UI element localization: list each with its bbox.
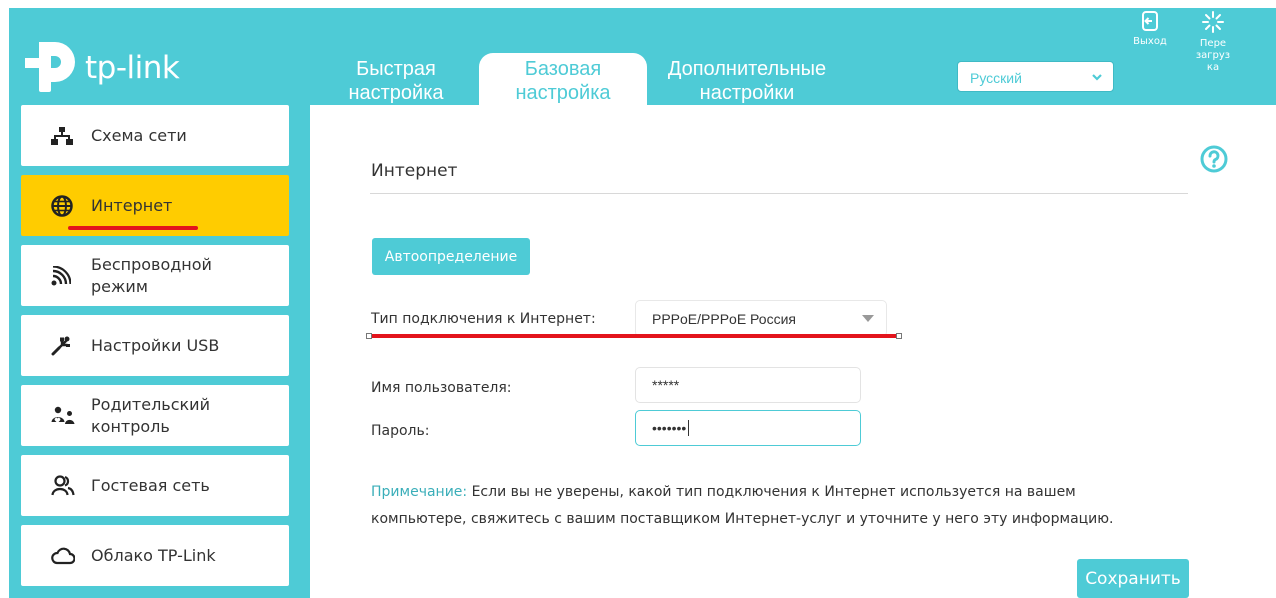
note-text: Примечание: Если вы не уверены, какой ти… bbox=[371, 479, 1221, 533]
reboot-label-2: загруз bbox=[1195, 50, 1231, 61]
sidebar-item-cloud[interactable]: Облако TP-Link bbox=[21, 525, 289, 586]
sidebar-item-label: Схема сети bbox=[91, 125, 187, 145]
sidebar-item-label: Родительский контроль bbox=[91, 394, 210, 438]
sidebar-item-usb[interactable]: Настройки USB bbox=[21, 315, 289, 376]
sidebar-item-guest-network[interactable]: Гостевая сеть bbox=[21, 455, 289, 516]
sidebar-item-network-map[interactable]: Схема сети bbox=[21, 105, 289, 166]
cloud-icon bbox=[51, 547, 91, 565]
sidebar-item-label: Беспроводной режим bbox=[91, 254, 212, 298]
highlight-underline-sidebar bbox=[68, 226, 198, 230]
tab-advanced-setup[interactable]: Дополнительные настройки bbox=[637, 57, 857, 105]
sidebar-item-label-line1: Беспроводной bbox=[91, 254, 212, 274]
connection-type-select[interactable]: PPPoE/PPPoE Россия bbox=[635, 300, 887, 337]
reboot-label-1: Пере bbox=[1199, 38, 1227, 49]
main-panel: Интернет Автоопределение Тип подключения… bbox=[310, 105, 1276, 598]
connection-type-value: PPPoE/PPPoE Россия bbox=[652, 311, 796, 327]
save-button[interactable]: Сохранить bbox=[1077, 559, 1189, 598]
language-select-value: Русский bbox=[970, 70, 1022, 86]
highlight-underline-connection bbox=[368, 334, 902, 338]
password-value: ••••••• bbox=[652, 420, 687, 436]
logo-text: tp-link bbox=[85, 50, 180, 86]
guest-icon bbox=[51, 474, 91, 497]
note-line-2: компьютере, свяжитесь с вашим поставщико… bbox=[371, 511, 1114, 527]
selection-handle-left bbox=[366, 333, 372, 339]
tab-basic-setup-line1: Базовая bbox=[524, 58, 602, 80]
text-caret bbox=[688, 420, 690, 436]
wireless-icon bbox=[51, 265, 91, 286]
sidebar-item-label: Настройки USB bbox=[91, 335, 220, 355]
tp-link-logo: tp-link bbox=[25, 38, 180, 98]
usb-icon bbox=[51, 336, 91, 356]
tab-quick-setup-line2: настройка bbox=[348, 82, 444, 104]
sidebar-item-wireless[interactable]: Беспроводной режим bbox=[21, 245, 289, 306]
logout-icon bbox=[1142, 11, 1158, 31]
auto-detect-button[interactable]: Автоопределение bbox=[372, 238, 530, 275]
logout-label: Выход bbox=[1133, 36, 1167, 47]
note-line-1: Если вы не уверены, какой тип подключени… bbox=[471, 484, 1076, 500]
tab-basic-setup[interactable]: Базовая настройка bbox=[479, 53, 647, 113]
page-title: Интернет bbox=[371, 161, 458, 181]
globe-icon bbox=[51, 194, 91, 217]
chevron-down-icon bbox=[1092, 74, 1102, 81]
sidebar-item-parental-control[interactable]: Родительский контроль bbox=[21, 385, 289, 446]
username-value: ***** bbox=[652, 377, 680, 393]
username-label: Имя пользователя: bbox=[371, 380, 512, 396]
note-heading: Примечание: bbox=[371, 484, 468, 500]
dropdown-arrow-icon bbox=[862, 315, 874, 322]
tab-quick-setup[interactable]: Быстрая настройка bbox=[331, 57, 461, 105]
password-label: Пароль: bbox=[371, 423, 430, 439]
tp-link-logo-icon bbox=[25, 42, 75, 92]
language-select[interactable]: Русский bbox=[957, 61, 1114, 92]
connection-type-label: Тип подключения к Интернет: bbox=[371, 311, 596, 327]
title-divider bbox=[370, 193, 1188, 194]
tab-advanced-setup-line2: настройки bbox=[699, 82, 795, 104]
sidebar-item-label: Интернет bbox=[91, 195, 173, 215]
router-admin-window: tp-link Быстрая настройка Базовая настро… bbox=[9, 8, 1276, 598]
parental-icon bbox=[51, 406, 91, 426]
reboot-button[interactable]: Пере загруз ка bbox=[1191, 10, 1235, 74]
reboot-label-3: ка bbox=[1206, 62, 1220, 73]
sidebar-item-label: Облако TP-Link bbox=[91, 545, 216, 565]
sidebar-item-label-line1: Родительский bbox=[91, 394, 210, 414]
selection-handle-right bbox=[896, 333, 902, 339]
tab-basic-setup-line2: настройка bbox=[515, 82, 611, 104]
network-map-icon bbox=[51, 126, 91, 145]
tab-quick-setup-line1: Быстрая bbox=[356, 58, 436, 80]
reboot-icon bbox=[1202, 11, 1224, 33]
sidebar-item-label-line2: контроль bbox=[91, 416, 170, 436]
username-input[interactable]: ***** bbox=[635, 367, 861, 403]
logout-button[interactable]: Выход bbox=[1125, 10, 1175, 48]
sidebar-item-label-line2: режим bbox=[91, 276, 148, 296]
sidebar-item-label: Гостевая сеть bbox=[91, 475, 210, 495]
tab-advanced-setup-line1: Дополнительные bbox=[667, 58, 827, 80]
password-input[interactable]: ••••••• bbox=[635, 410, 861, 446]
help-icon[interactable] bbox=[1200, 145, 1228, 173]
